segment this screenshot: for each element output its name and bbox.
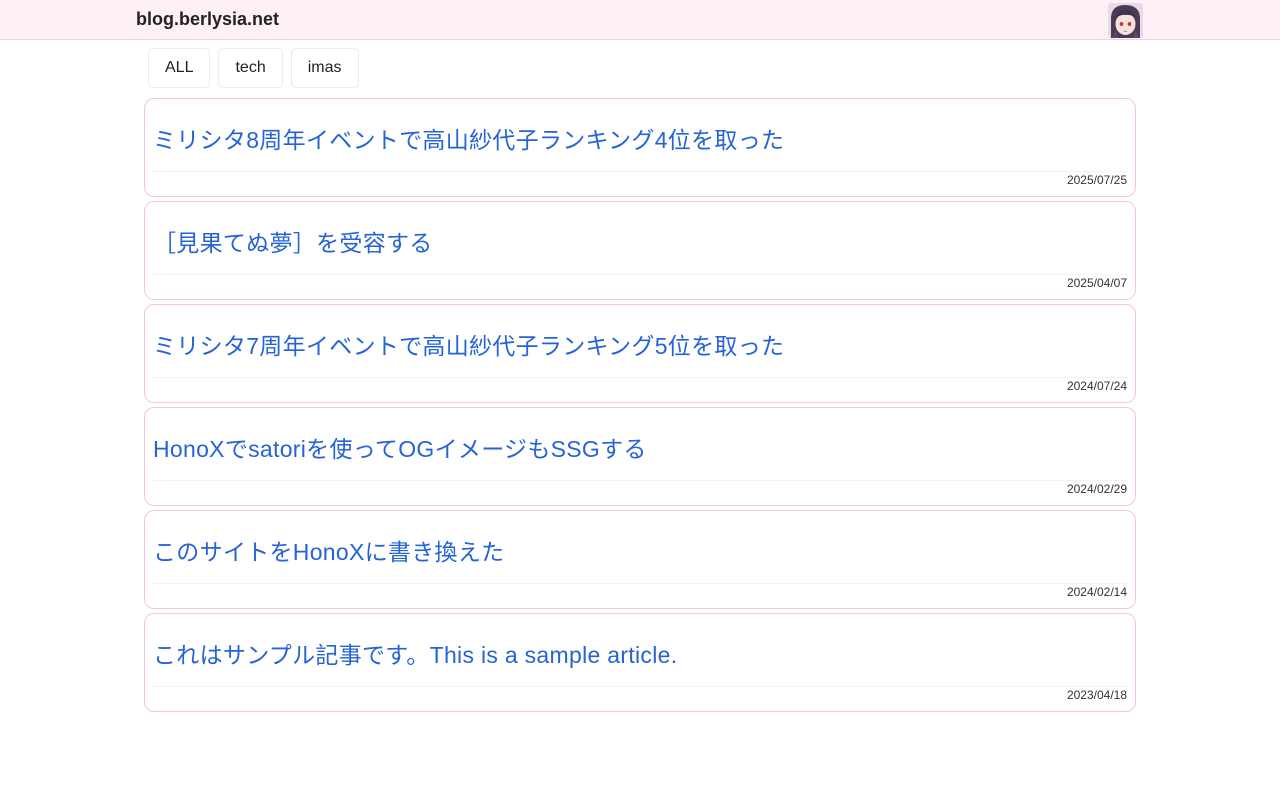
post-card: ［見果てぬ夢］を受容する 2025/04/07 bbox=[144, 201, 1136, 300]
post-divider bbox=[151, 171, 1129, 172]
post-divider bbox=[151, 583, 1129, 584]
post-card: HonoXでsatoriを使ってOGイメージもSSGする 2024/02/29 bbox=[144, 407, 1136, 506]
tag-tech-button[interactable]: tech bbox=[218, 48, 283, 88]
tag-filter-bar: ALL tech imas bbox=[148, 48, 359, 88]
post-date: 2024/02/14 bbox=[1066, 585, 1127, 599]
post-date: 2025/04/07 bbox=[1066, 276, 1127, 290]
post-card: ミリシタ8周年イベントで高山紗代子ランキング4位を取った 2025/07/25 bbox=[144, 98, 1136, 197]
tag-all-button[interactable]: ALL bbox=[148, 48, 211, 88]
post-title-link[interactable]: これはサンプル記事です。This is a sample article. bbox=[153, 636, 677, 670]
post-divider bbox=[151, 377, 1129, 378]
avatar-icon[interactable] bbox=[1108, 3, 1143, 38]
post-title-link[interactable]: ミリシタ8周年イベントで高山紗代子ランキング4位を取った bbox=[153, 121, 784, 155]
post-title-link[interactable]: ミリシタ7周年イベントで高山紗代子ランキング5位を取った bbox=[153, 327, 784, 361]
post-date: 2024/07/24 bbox=[1066, 379, 1127, 393]
site-header: blog.berlysia.net bbox=[0, 0, 1280, 40]
post-divider bbox=[151, 686, 1129, 687]
post-date: 2023/04/18 bbox=[1066, 688, 1127, 702]
tag-imas-button[interactable]: imas bbox=[290, 48, 359, 88]
site-title-link[interactable]: blog.berlysia.net bbox=[136, 0, 279, 39]
post-card: ミリシタ7周年イベントで高山紗代子ランキング5位を取った 2024/07/24 bbox=[144, 304, 1136, 403]
post-title-link[interactable]: このサイトをHonoXに書き換えた bbox=[153, 533, 504, 567]
post-date: 2024/02/29 bbox=[1066, 482, 1127, 496]
post-title-link[interactable]: HonoXでsatoriを使ってOGイメージもSSGする bbox=[153, 430, 647, 464]
post-list: ミリシタ8周年イベントで高山紗代子ランキング4位を取った 2025/07/25 … bbox=[144, 98, 1136, 716]
post-divider bbox=[151, 480, 1129, 481]
post-date: 2025/07/25 bbox=[1066, 173, 1127, 187]
post-card: これはサンプル記事です。This is a sample article. 20… bbox=[144, 613, 1136, 712]
post-title-link[interactable]: ［見果てぬ夢］を受容する bbox=[153, 224, 433, 258]
post-card: このサイトをHonoXに書き換えた 2024/02/14 bbox=[144, 510, 1136, 609]
post-divider bbox=[151, 274, 1129, 275]
